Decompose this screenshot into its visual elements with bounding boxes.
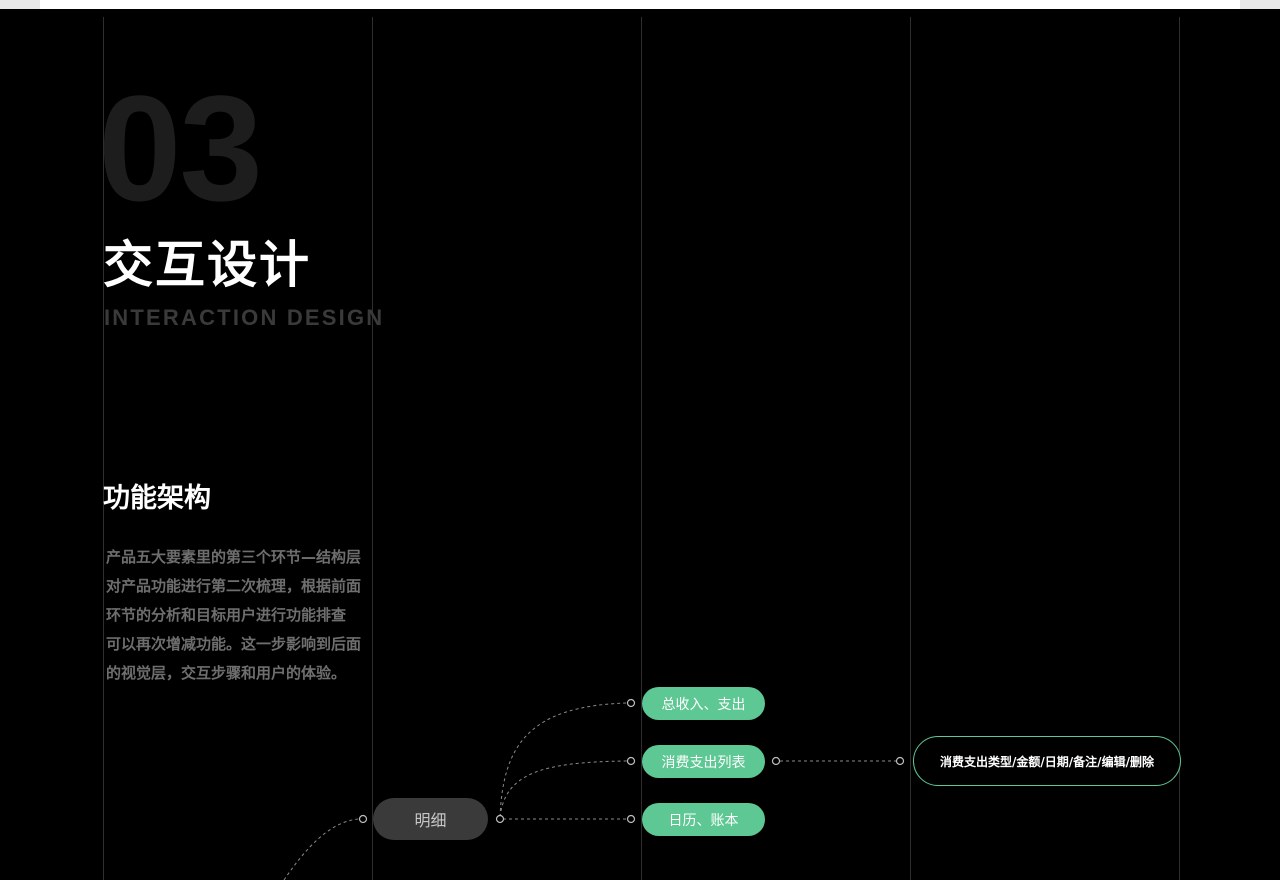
column-guide-line [641, 17, 642, 880]
connector-dot [626, 756, 636, 766]
connector-dot [626, 698, 636, 708]
slide-canvas: 03 交互设计 INTERACTION DESIGN 功能架构 产品五大要素里的… [0, 9, 1280, 880]
column-guide-line [372, 17, 373, 880]
connector-dot [495, 814, 505, 824]
mindmap-node-expense-fields: 消费支出类型/金额/日期/备注/编辑/删除 [913, 736, 1181, 786]
mindmap-node-income-expense: 总收入、支出 [642, 687, 765, 720]
connector-line [499, 702, 628, 818]
section-description: 产品五大要素里的第三个环节—结构层 对产品功能进行第二次梳理，根据前面 环节的分… [106, 543, 376, 688]
description-line: 产品五大要素里的第三个环节—结构层 [106, 548, 362, 566]
connector-line [499, 760, 628, 818]
section-heading: 功能架构 [103, 483, 211, 514]
description-line: 对产品功能进行第二次梳理，根据前面 [106, 577, 362, 595]
connector-dot [895, 756, 905, 766]
mindmap-node-calendar-ledger: 日历、账本 [642, 803, 765, 836]
connector-dot [626, 814, 636, 824]
page-subtitle: INTERACTION DESIGN [104, 305, 385, 330]
connector-line [283, 818, 360, 880]
mindmap-node-details: 明细 [373, 798, 488, 840]
description-line: 环节的分析和目标用户进行功能排查 [106, 606, 347, 624]
page-title: 交互设计 [103, 236, 311, 294]
description-line: 可以再次增减功能。这一步影响到后面 [106, 635, 362, 653]
section-number: 03 [98, 64, 263, 232]
mindmap-node-expense-list: 消费支出列表 [642, 745, 765, 778]
top-edge-bar [40, 0, 1240, 9]
column-guide-line [910, 17, 911, 880]
connector-dot [358, 814, 368, 824]
description-line: 的视觉层，交互步骤和用户的体验。 [106, 664, 347, 682]
connector-dot [771, 756, 781, 766]
